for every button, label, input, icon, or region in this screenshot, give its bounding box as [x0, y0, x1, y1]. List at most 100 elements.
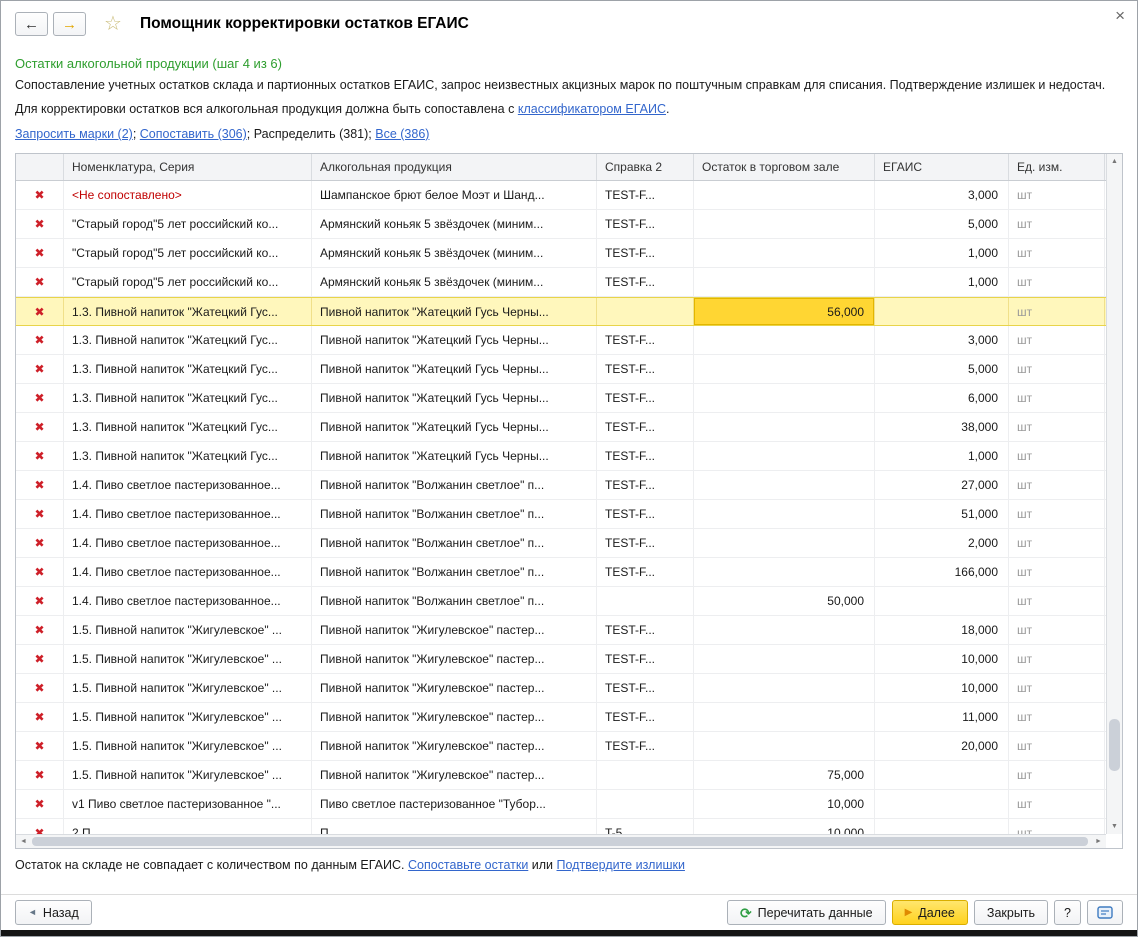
cell-egais-balance[interactable] — [875, 761, 1009, 789]
cell-unit[interactable]: шт — [1009, 587, 1105, 615]
table-row[interactable]: ✖"Старый город"5 лет российский ко...Арм… — [16, 210, 1106, 239]
cell-nomenclature[interactable]: 1.3. Пивной напиток "Жатецкий Гус... — [64, 355, 312, 383]
cell-unit[interactable]: шт — [1009, 181, 1105, 209]
cell-store-balance[interactable] — [694, 413, 875, 441]
close-icon[interactable]: × — [1115, 7, 1125, 24]
cell-egais-balance[interactable]: 27,000 — [875, 471, 1009, 499]
cell-nomenclature[interactable]: 1.4. Пиво светлое пастеризованное... — [64, 558, 312, 586]
cell-product[interactable]: Пивной напиток "Жатецкий Гусь Черны... — [312, 413, 597, 441]
cell-status[interactable]: ✖ — [16, 210, 64, 238]
scroll-up-icon[interactable]: ▲ — [1107, 154, 1122, 169]
cell-reference2[interactable]: TEST-F... — [597, 181, 694, 209]
cell-store-balance[interactable] — [694, 239, 875, 267]
cell-store-balance[interactable]: 56,000 — [694, 298, 875, 325]
cell-nomenclature[interactable]: "Старый город"5 лет российский ко... — [64, 210, 312, 238]
cell-nomenclature[interactable]: 1.3. Пивной напиток "Жатецкий Гус... — [64, 384, 312, 412]
cell-reference2[interactable]: TEST-F... — [597, 384, 694, 412]
table-row[interactable]: ✖1.3. Пивной напиток "Жатецкий Гус...Пив… — [16, 384, 1106, 413]
cell-unit[interactable]: шт — [1009, 558, 1105, 586]
cell-store-balance[interactable] — [694, 326, 875, 354]
cell-nomenclature[interactable]: 1.3. Пивной напиток "Жатецкий Гус... — [64, 442, 312, 470]
cell-nomenclature[interactable]: 1.5. Пивной напиток "Жигулевское" ... — [64, 732, 312, 760]
table-row[interactable]: ✖1.3. Пивной напиток "Жатецкий Гус...Пив… — [16, 413, 1106, 442]
cell-unit[interactable]: шт — [1009, 790, 1105, 818]
cell-product[interactable]: Пивной напиток "Жигулевское" пастер... — [312, 616, 597, 644]
form-settings-button[interactable] — [1087, 900, 1123, 925]
cell-status[interactable]: ✖ — [16, 732, 64, 760]
cell-store-balance[interactable]: 75,000 — [694, 761, 875, 789]
cell-store-balance[interactable] — [694, 210, 875, 238]
horizontal-scrollbar[interactable]: ◄ ► — [16, 834, 1106, 848]
cell-nomenclature[interactable]: 1.4. Пиво светлое пастеризованное... — [64, 587, 312, 615]
cell-nomenclature[interactable]: "Старый город"5 лет российский ко... — [64, 268, 312, 296]
table-row[interactable]: ✖1.4. Пиво светлое пастеризованное...Пив… — [16, 529, 1106, 558]
cell-unit[interactable]: шт — [1009, 355, 1105, 383]
help-button[interactable]: ? — [1054, 900, 1081, 925]
cell-nomenclature[interactable]: 1.5. Пивной напиток "Жигулевское" ... — [64, 703, 312, 731]
cell-reference2[interactable]: TEST-F... — [597, 355, 694, 383]
cell-status[interactable]: ✖ — [16, 645, 64, 673]
cell-egais-balance[interactable]: 166,000 — [875, 558, 1009, 586]
cell-reference2[interactable]: TEST-F... — [597, 413, 694, 441]
cell-product[interactable]: Пивной напиток "Волжанин светлое" п... — [312, 529, 597, 557]
cell-reference2[interactable]: TEST-F... — [597, 442, 694, 470]
cell-egais-balance[interactable]: 18,000 — [875, 616, 1009, 644]
cell-nomenclature[interactable]: 1.5. Пивной напиток "Жигулевское" ... — [64, 761, 312, 789]
cell-store-balance[interactable]: 10,000 — [694, 819, 875, 834]
action-link-2[interactable]: Сопоставить (306) — [140, 127, 247, 141]
column-header-3[interactable]: Справка 2 — [597, 154, 694, 180]
column-header-0[interactable] — [16, 154, 64, 180]
cell-store-balance[interactable] — [694, 703, 875, 731]
table-row[interactable]: ✖1.5. Пивной напиток "Жигулевское" ...Пи… — [16, 732, 1106, 761]
cell-unit[interactable]: шт — [1009, 529, 1105, 557]
table-row[interactable]: ✖"Старый город"5 лет российский ко...Арм… — [16, 268, 1106, 297]
cell-nomenclature[interactable]: 2 П... — [64, 819, 312, 834]
cell-nomenclature[interactable]: <Не сопоставлено> — [64, 181, 312, 209]
cell-store-balance[interactable] — [694, 384, 875, 412]
cell-unit[interactable]: шт — [1009, 384, 1105, 412]
cell-status[interactable]: ✖ — [16, 761, 64, 789]
match-balances-link[interactable]: Сопоставьте остатки — [408, 858, 528, 872]
cell-unit[interactable]: шт — [1009, 442, 1105, 470]
cell-nomenclature[interactable]: 1.5. Пивной напиток "Жигулевское" ... — [64, 674, 312, 702]
cell-unit[interactable]: шт — [1009, 500, 1105, 528]
cell-status[interactable]: ✖ — [16, 587, 64, 615]
cell-status[interactable]: ✖ — [16, 384, 64, 412]
nav-back-button[interactable]: ← — [15, 12, 48, 36]
table-row[interactable]: ✖1.4. Пиво светлое пастеризованное...Пив… — [16, 500, 1106, 529]
nav-forward-button[interactable]: → — [53, 12, 86, 36]
cell-product[interactable]: Пивной напиток "Волжанин светлое" п... — [312, 587, 597, 615]
cell-reference2[interactable]: TEST-F... — [597, 616, 694, 644]
cell-egais-balance[interactable]: 2,000 — [875, 529, 1009, 557]
cell-reference2[interactable] — [597, 298, 694, 325]
cell-status[interactable]: ✖ — [16, 471, 64, 499]
table-row[interactable]: ✖1.3. Пивной напиток "Жатецкий Гус...Пив… — [16, 326, 1106, 355]
cell-reference2[interactable]: T-5... — [597, 819, 694, 834]
cell-reference2[interactable]: TEST-F... — [597, 558, 694, 586]
cell-egais-balance[interactable]: 1,000 — [875, 239, 1009, 267]
cell-store-balance[interactable] — [694, 674, 875, 702]
cell-store-balance[interactable] — [694, 645, 875, 673]
cell-reference2[interactable]: TEST-F... — [597, 674, 694, 702]
cell-unit[interactable]: шт — [1009, 732, 1105, 760]
cell-product[interactable]: Армянский коньяк 5 звёздочек (миним... — [312, 210, 597, 238]
cell-egais-balance[interactable]: 1,000 — [875, 268, 1009, 296]
cell-product[interactable]: П... — [312, 819, 597, 834]
table-row[interactable]: ✖1.3. Пивной напиток "Жатецкий Гус...Пив… — [16, 297, 1106, 326]
column-header-6[interactable]: Ед. изм. — [1009, 154, 1105, 180]
cell-product[interactable]: Пивной напиток "Жатецкий Гусь Черны... — [312, 298, 597, 325]
cell-product[interactable]: Пивной напиток "Жатецкий Гусь Черны... — [312, 442, 597, 470]
cell-nomenclature[interactable]: 1.5. Пивной напиток "Жигулевское" ... — [64, 616, 312, 644]
cell-status[interactable]: ✖ — [16, 326, 64, 354]
table-row[interactable]: ✖1.4. Пиво светлое пастеризованное...Пив… — [16, 558, 1106, 587]
table-row[interactable]: ✖1.5. Пивной напиток "Жигулевское" ...Пи… — [16, 761, 1106, 790]
cell-reference2[interactable]: TEST-F... — [597, 703, 694, 731]
cell-reference2[interactable] — [597, 761, 694, 789]
cell-status[interactable]: ✖ — [16, 181, 64, 209]
cell-reference2[interactable]: TEST-F... — [597, 210, 694, 238]
cell-reference2[interactable]: TEST-F... — [597, 268, 694, 296]
table-row[interactable]: ✖1.4. Пиво светлое пастеризованное...Пив… — [16, 471, 1106, 500]
cell-unit[interactable]: шт — [1009, 239, 1105, 267]
table-row[interactable]: ✖<Не сопоставлено>Шампанское брют белое … — [16, 181, 1106, 210]
cell-status[interactable]: ✖ — [16, 703, 64, 731]
